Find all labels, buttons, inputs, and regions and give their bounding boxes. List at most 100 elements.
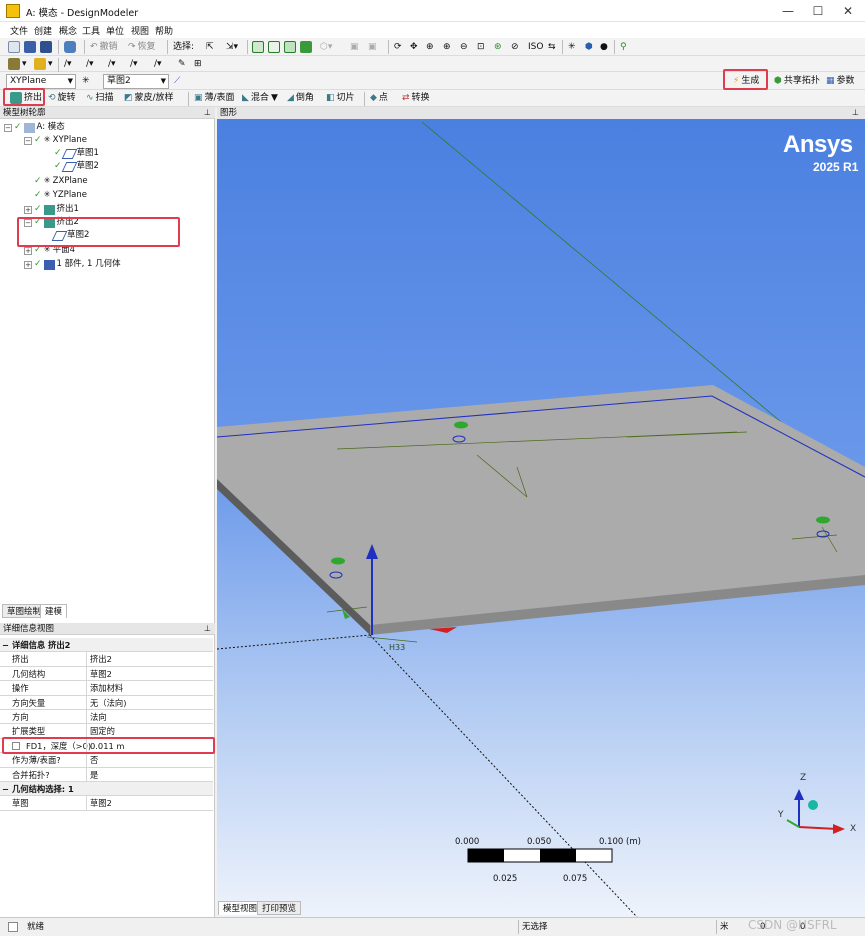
collapse-icon[interactable]: − <box>2 638 9 652</box>
menu-create[interactable]: 创建 <box>34 24 52 37</box>
tab-modeling[interactable]: 建模 <box>40 604 68 618</box>
edge-select-2-icon[interactable]: ∕▾ <box>84 56 96 72</box>
select-face-icon[interactable] <box>282 39 298 55</box>
tree-root[interactable]: − ✓ A: 模态 <box>4 121 65 134</box>
details-value[interactable]: 否 <box>90 753 98 767</box>
zoom-in-icon[interactable]: ⊕ <box>441 39 453 55</box>
details-group-extrude2[interactable]: − 详细信息 挤出2 <box>0 638 213 653</box>
maximize-button[interactable]: ☐ <box>802 2 834 20</box>
point-marker[interactable] <box>816 516 830 524</box>
menu-units[interactable]: 单位 <box>106 24 124 37</box>
share-topology-button[interactable]: ⬢ 共享拓扑 <box>772 73 822 89</box>
menu-concept[interactable]: 概念 <box>59 24 77 37</box>
new-icon[interactable] <box>6 39 22 55</box>
close-button[interactable]: ✕ <box>832 2 864 20</box>
edge-select-5-icon[interactable]: ∕▾ <box>152 56 164 72</box>
parameters-button[interactable]: ▦ 参数 <box>824 73 857 89</box>
details-row[interactable]: 草图 草图2 <box>0 796 213 811</box>
box-select-icon[interactable]: ▣ <box>348 39 361 55</box>
show-model-icon[interactable]: ⬢ <box>583 39 595 55</box>
details-row[interactable]: 方向 法向 <box>0 710 213 725</box>
tree-item-sketch1[interactable]: ✓ 草图1 <box>54 147 99 160</box>
redo-button[interactable]: ↷ 恢复 <box>126 39 158 55</box>
details-row[interactable]: 方向矢量 无（法向) <box>0 695 213 710</box>
collapse-icon[interactable]: − <box>2 782 9 796</box>
expand-icon[interactable]: + <box>24 260 32 269</box>
camera-icon[interactable] <box>62 39 78 55</box>
save-all-icon[interactable] <box>38 39 54 55</box>
show-planes-icon[interactable]: ✳ <box>566 39 578 55</box>
details-value[interactable]: 法向 <box>90 710 107 724</box>
iso-view-icon[interactable]: ISO <box>526 39 545 55</box>
minimize-button[interactable]: — <box>772 2 804 20</box>
edge-select-4-icon[interactable]: ∕▾ <box>128 56 140 72</box>
select-body-icon[interactable] <box>298 39 314 55</box>
zoom-box-icon[interactable]: ⊡ <box>475 39 487 55</box>
collapse-icon[interactable]: − <box>4 123 12 132</box>
point-marker[interactable] <box>331 557 345 565</box>
details-row[interactable]: 合并拓扑? 是 <box>0 767 213 782</box>
zoom-icon[interactable]: ⊕ <box>424 39 436 55</box>
pin-tool-icon[interactable]: ✎ <box>176 56 188 72</box>
point-button[interactable]: ◆ 点 <box>368 90 390 106</box>
details-row[interactable]: 作为薄/表面? 否 <box>0 753 213 768</box>
convert-button[interactable]: ⇄ 转换 <box>400 90 432 106</box>
plane-select[interactable]: XYPlane ▼ <box>6 74 76 89</box>
box-select2-icon[interactable]: ▣ <box>366 39 379 55</box>
select-pointer-icon[interactable]: ⇱ <box>204 39 216 55</box>
pan-icon[interactable]: ✥ <box>408 39 420 55</box>
tab-model-view[interactable]: 模型视图 <box>218 901 263 915</box>
details-row[interactable]: 操作 添加材料 <box>0 681 213 696</box>
sweep-button[interactable]: ∿ 扫描 <box>84 90 116 106</box>
tree-item-sketch2[interactable]: ✓ 草图2 <box>54 160 99 173</box>
tree-item-xyplane[interactable]: − ✓ ✳ XYPlane <box>24 134 87 147</box>
edge-color-icon[interactable]: ▾ <box>32 56 55 72</box>
blend-button[interactable]: ◣ 混合 ▼ <box>240 90 280 106</box>
edge-select-1-icon[interactable]: ∕▾ <box>62 56 74 72</box>
rotate-icon[interactable]: ⟳ <box>392 39 404 55</box>
details-value[interactable]: 草图2 <box>90 667 112 681</box>
zoom-out-icon[interactable]: ⊖ <box>458 39 470 55</box>
pin-icon[interactable]: ⊥ <box>204 623 211 635</box>
skin-loft-button[interactable]: ◩ 蒙皮/放样 <box>122 90 176 106</box>
point-marker[interactable] <box>454 421 468 429</box>
menu-tools[interactable]: 工具 <box>82 24 100 37</box>
collapse-icon[interactable]: − <box>24 136 32 145</box>
grid-tool-icon[interactable]: ⊞ <box>192 56 204 72</box>
tab-print-preview[interactable]: 打印预览 <box>257 901 302 915</box>
select-edge-icon[interactable] <box>266 39 282 55</box>
details-value[interactable]: 草图2 <box>90 796 112 810</box>
pin-icon[interactable]: ⊥ <box>204 107 211 119</box>
new-sketch-icon[interactable]: ⟋ <box>172 73 182 89</box>
menu-help[interactable]: 帮助 <box>155 24 173 37</box>
tree-item-zxplane[interactable]: ✓ ✳ ZXPlane <box>34 175 88 188</box>
menu-file[interactable]: 文件 <box>10 24 28 37</box>
select-point-icon[interactable] <box>250 39 266 55</box>
help-icon[interactable]: ⚲ <box>618 39 629 55</box>
revolve-button[interactable]: ⟲ 旋转 <box>46 90 78 106</box>
thin-surface-button[interactable]: ▣ 薄/表面 <box>192 90 237 106</box>
new-plane-icon[interactable]: ✳ <box>80 73 92 89</box>
chamfer-button[interactable]: ◢ 倒角 <box>285 90 316 106</box>
select-mode-icon[interactable]: ⇲▾ <box>224 39 240 55</box>
show-point-icon[interactable]: ● <box>598 39 610 55</box>
tree-item-yzplane[interactable]: ✓ ✳ YZPlane <box>34 189 87 202</box>
details-row[interactable]: 挤出 挤出2 <box>0 652 213 667</box>
undo-button[interactable]: ↶ 撤销 <box>88 39 120 55</box>
expand-icon[interactable]: + <box>24 246 32 255</box>
magnifier-icon[interactable]: ⊘ <box>509 39 521 55</box>
details-row[interactable]: 几何结构 草图2 <box>0 666 213 682</box>
details-value[interactable]: 添加材料 <box>90 681 123 695</box>
save-icon[interactable] <box>22 39 38 55</box>
extend-select-icon[interactable]: ⬡▾ <box>318 39 334 55</box>
edge-select-3-icon[interactable]: ∕▾ <box>106 56 118 72</box>
details-value[interactable]: 挤出2 <box>90 652 112 666</box>
graphics-viewport[interactable]: H33 Ansys 2025 R1 0.000 0.050 0.100 (m) … <box>217 107 865 917</box>
slice-button[interactable]: ◧ 切片 <box>324 90 357 106</box>
expand-icon[interactable]: + <box>24 205 32 214</box>
details-value[interactable]: 无（法向) <box>90 696 126 710</box>
tree-item-extrude1[interactable]: + ✓ 挤出1 <box>24 203 79 216</box>
details-value[interactable]: 是 <box>90 768 98 782</box>
tree-item-parts[interactable]: + ✓ 1 部件, 1 几何体 <box>24 258 121 271</box>
dimension-label[interactable]: H33 <box>389 643 405 652</box>
